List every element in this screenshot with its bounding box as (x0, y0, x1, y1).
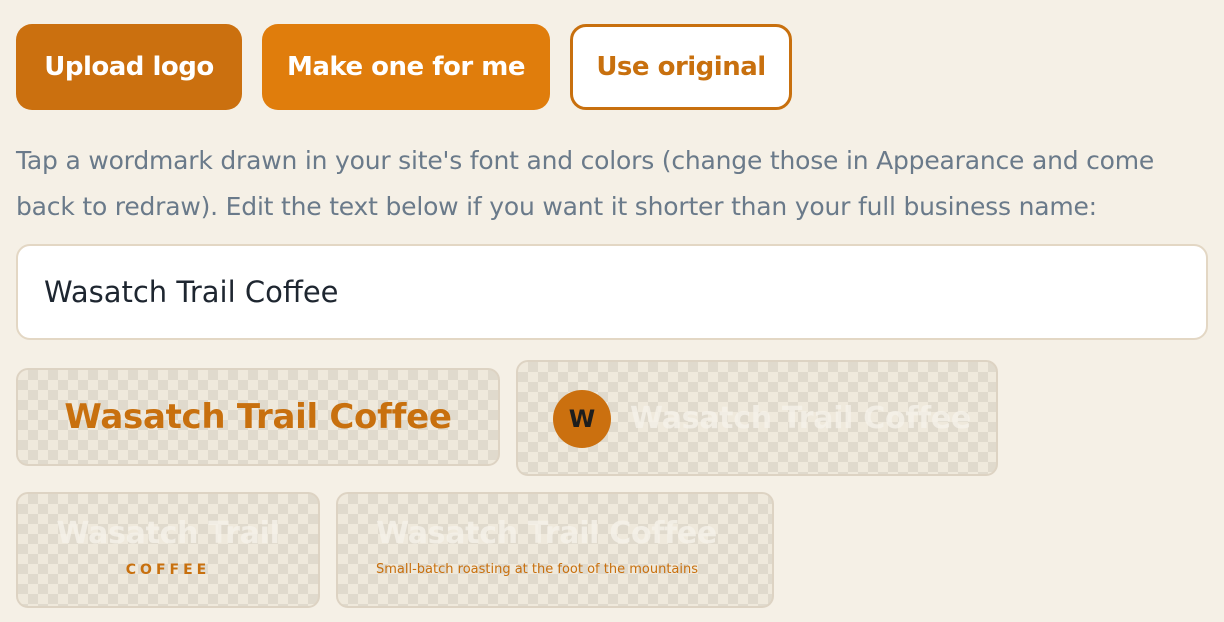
wordmark-option-plain[interactable]: Wasatch Trail Coffee (16, 368, 500, 466)
wordmark-help-text: Tap a wordmark drawn in your site's font… (16, 146, 1155, 221)
make-one-for-me-button[interactable]: Make one for me (262, 24, 550, 110)
wordmark-option-tagline[interactable]: Wasatch Trail Coffee Small-batch roastin… (336, 492, 774, 608)
monogram-badge: W (553, 390, 611, 448)
wordmark-tagline: Small-batch roasting at the foot of the … (376, 562, 699, 577)
use-original-button[interactable]: Use original (570, 24, 792, 110)
wordmark-text: Wasatch Trail Coffee (376, 516, 717, 551)
wordmark-text-bottom: COFFEE (125, 562, 211, 578)
wordmark-option-stacked[interactable]: Wasatch Trail COFFEE (16, 492, 320, 608)
wordmark-text-top: Wasatch Trail (56, 516, 280, 551)
wordmark-text: Wasatch Trail Coffee (64, 397, 452, 437)
wordmark-text: Wasatch Trail Coffee (630, 400, 971, 436)
wordmark-option-monogram[interactable]: W Wasatch Trail Coffee (516, 360, 998, 476)
upload-logo-button[interactable]: Upload logo (16, 24, 242, 110)
wordmark-text-input[interactable] (16, 244, 1208, 340)
logo-picker: Upload logo Make one for me Use original… (0, 0, 1224, 622)
